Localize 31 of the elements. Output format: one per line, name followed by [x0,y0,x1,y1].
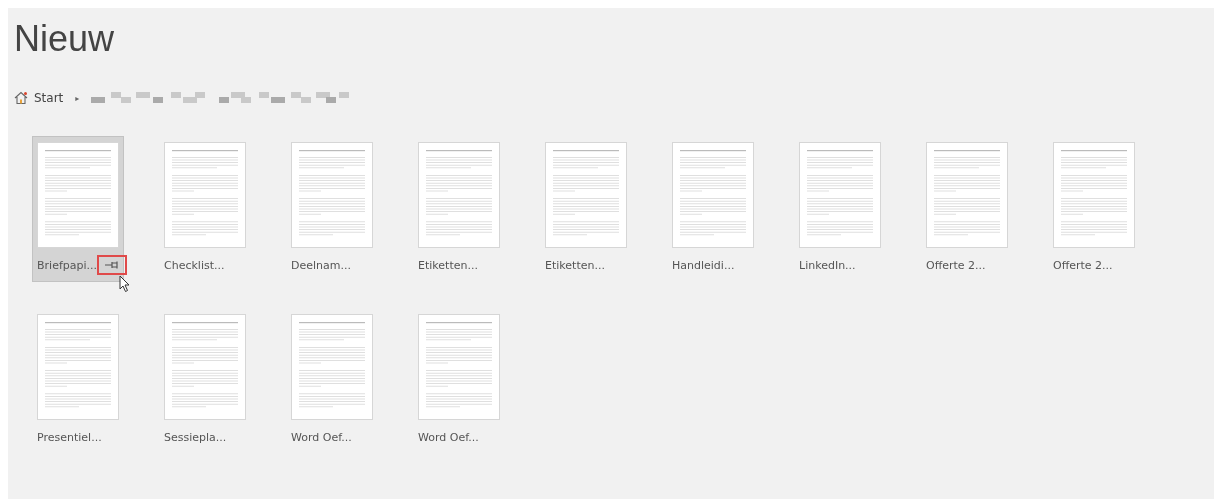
template-name: Deelnam... [291,258,351,272]
template-name: Etiketten... [418,258,478,272]
template-tile[interactable]: Presentiel... [32,308,124,468]
page-title: Nieuw [14,18,115,60]
cursor-icon [119,275,131,293]
template-tile[interactable]: Sessiepla... [159,308,251,468]
template-tile[interactable]: Offerte 2... [1048,136,1140,296]
template-name: Handleidi... [672,258,735,272]
template-tile[interactable]: Deelnam... [286,136,378,296]
pin-icon[interactable] [105,260,119,270]
template-name: Briefpapi... [37,258,98,272]
template-name: Offerte 2... [926,258,986,272]
template-tile[interactable]: Word Oef... [413,308,505,468]
template-name: Checklist... [164,258,225,272]
template-tile[interactable]: Checklist... [159,136,251,296]
template-tile[interactable]: Offerte 2... [921,136,1013,296]
template-name: Etiketten... [545,258,605,272]
template-name: LinkedIn... [799,258,856,272]
template-tile[interactable]: LinkedIn... [794,136,886,296]
breadcrumb-link[interactable]: Start [34,91,64,105]
template-name: Sessiepla... [164,430,227,444]
template-name: Word Oef... [291,430,352,444]
template-tile[interactable]: Word Oef... [286,308,378,468]
template-tile[interactable]: Etiketten... [540,136,632,296]
template-name: Offerte 2... [1053,258,1113,272]
template-name: Word Oef... [418,430,479,444]
breadcrumb-separator: ▸ [75,93,80,103]
template-name: Presentiel... [37,430,102,444]
template-tile[interactable]: Handleidi... [667,136,759,296]
template-tile[interactable]: Etiketten... [413,136,505,296]
home-icon[interactable] [14,91,28,105]
